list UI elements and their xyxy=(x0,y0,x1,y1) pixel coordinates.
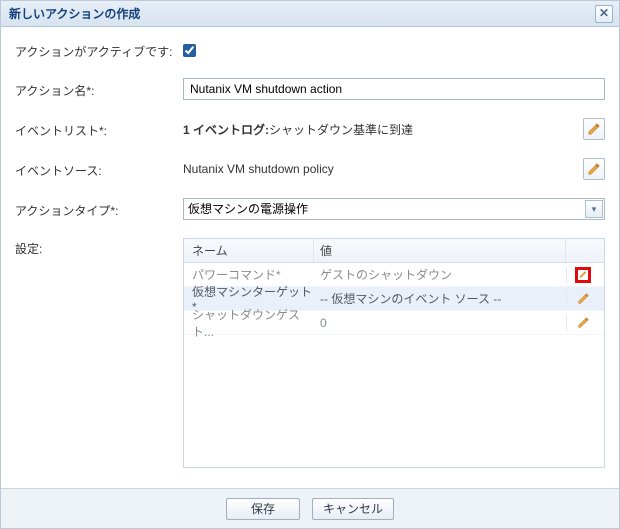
cell-name: パワーコマンド* xyxy=(184,266,314,283)
col-header-value: 値 xyxy=(314,239,566,262)
close-button[interactable]: ✕ xyxy=(595,5,613,23)
dialog-title: 新しいアクションの作成 xyxy=(9,5,595,22)
save-button[interactable]: 保存 xyxy=(226,498,300,520)
label-name: アクション名*: xyxy=(15,80,183,99)
eventlist-text: シャットダウン基準に到達 xyxy=(269,121,413,138)
edit-eventlist-button[interactable] xyxy=(583,118,605,140)
cell-value: ゲストのシャットダウン xyxy=(314,266,566,283)
label-eventlist: イベントリスト*: xyxy=(15,120,183,139)
grid-body: パワーコマンド* ゲストのシャットダウン 仮想マシンターゲット* -- 仮想マシ… xyxy=(184,263,604,335)
row-active: アクションがアクティブです: xyxy=(15,41,605,60)
titlebar: 新しいアクションの作成 ✕ xyxy=(1,1,619,27)
eventsource-text: Nutanix VM shutdown policy xyxy=(183,162,575,176)
eventlist-count: 1 イベントログ: xyxy=(183,121,269,138)
row-settings: 設定: ネーム 値 パワーコマンド* ゲストのシャットダウン xyxy=(15,238,605,468)
cancel-button[interactable]: キャンセル xyxy=(312,498,394,520)
label-eventsource: イベントソース: xyxy=(15,160,183,179)
row-eventsource: イベントソース: Nutanix VM shutdown policy xyxy=(15,158,605,180)
input-action-name[interactable] xyxy=(183,78,605,100)
actiontype-select-wrap: 仮想マシンの電源操作 ▾ xyxy=(183,198,605,220)
label-settings: 設定: xyxy=(15,238,183,257)
cell-value: -- 仮想マシンのイベント ソース -- xyxy=(314,290,566,307)
pencil-icon xyxy=(587,122,601,136)
dialog: 新しいアクションの作成 ✕ アクションがアクティブです: アクション名*: イベ… xyxy=(0,0,620,529)
label-actiontype: アクションタイプ*: xyxy=(15,200,183,219)
edit-eventsource-button[interactable] xyxy=(583,158,605,180)
content: アクションがアクティブです: アクション名*: イベントリスト*: 1 イベント… xyxy=(1,27,619,488)
pencil-icon xyxy=(587,162,601,176)
edit-row-button[interactable] xyxy=(575,267,591,283)
pencil-icon xyxy=(577,316,590,329)
label-active: アクションがアクティブです: xyxy=(15,41,183,60)
checkbox-active[interactable] xyxy=(183,44,196,57)
row-name: アクション名*: xyxy=(15,78,605,100)
table-row[interactable]: シャットダウンゲスト... 0 xyxy=(184,311,604,335)
footer: 保存 キャンセル xyxy=(1,488,619,528)
edit-row-button[interactable] xyxy=(575,291,591,307)
pencil-icon xyxy=(577,292,590,305)
row-eventlist: イベントリスト*: 1 イベントログ: シャットダウン基準に到達 xyxy=(15,118,605,140)
select-actiontype[interactable]: 仮想マシンの電源操作 xyxy=(183,198,605,220)
grid-header: ネーム 値 xyxy=(184,239,604,263)
settings-grid: ネーム 値 パワーコマンド* ゲストのシャットダウン xyxy=(183,238,605,468)
row-actiontype: アクションタイプ*: 仮想マシンの電源操作 ▾ xyxy=(15,198,605,220)
pencil-icon xyxy=(579,268,587,281)
col-header-name: ネーム xyxy=(184,239,314,262)
edit-row-button[interactable] xyxy=(575,315,591,331)
cell-name: シャットダウンゲスト... xyxy=(184,306,314,340)
close-icon: ✕ xyxy=(599,6,609,20)
cell-value: 0 xyxy=(314,316,566,330)
